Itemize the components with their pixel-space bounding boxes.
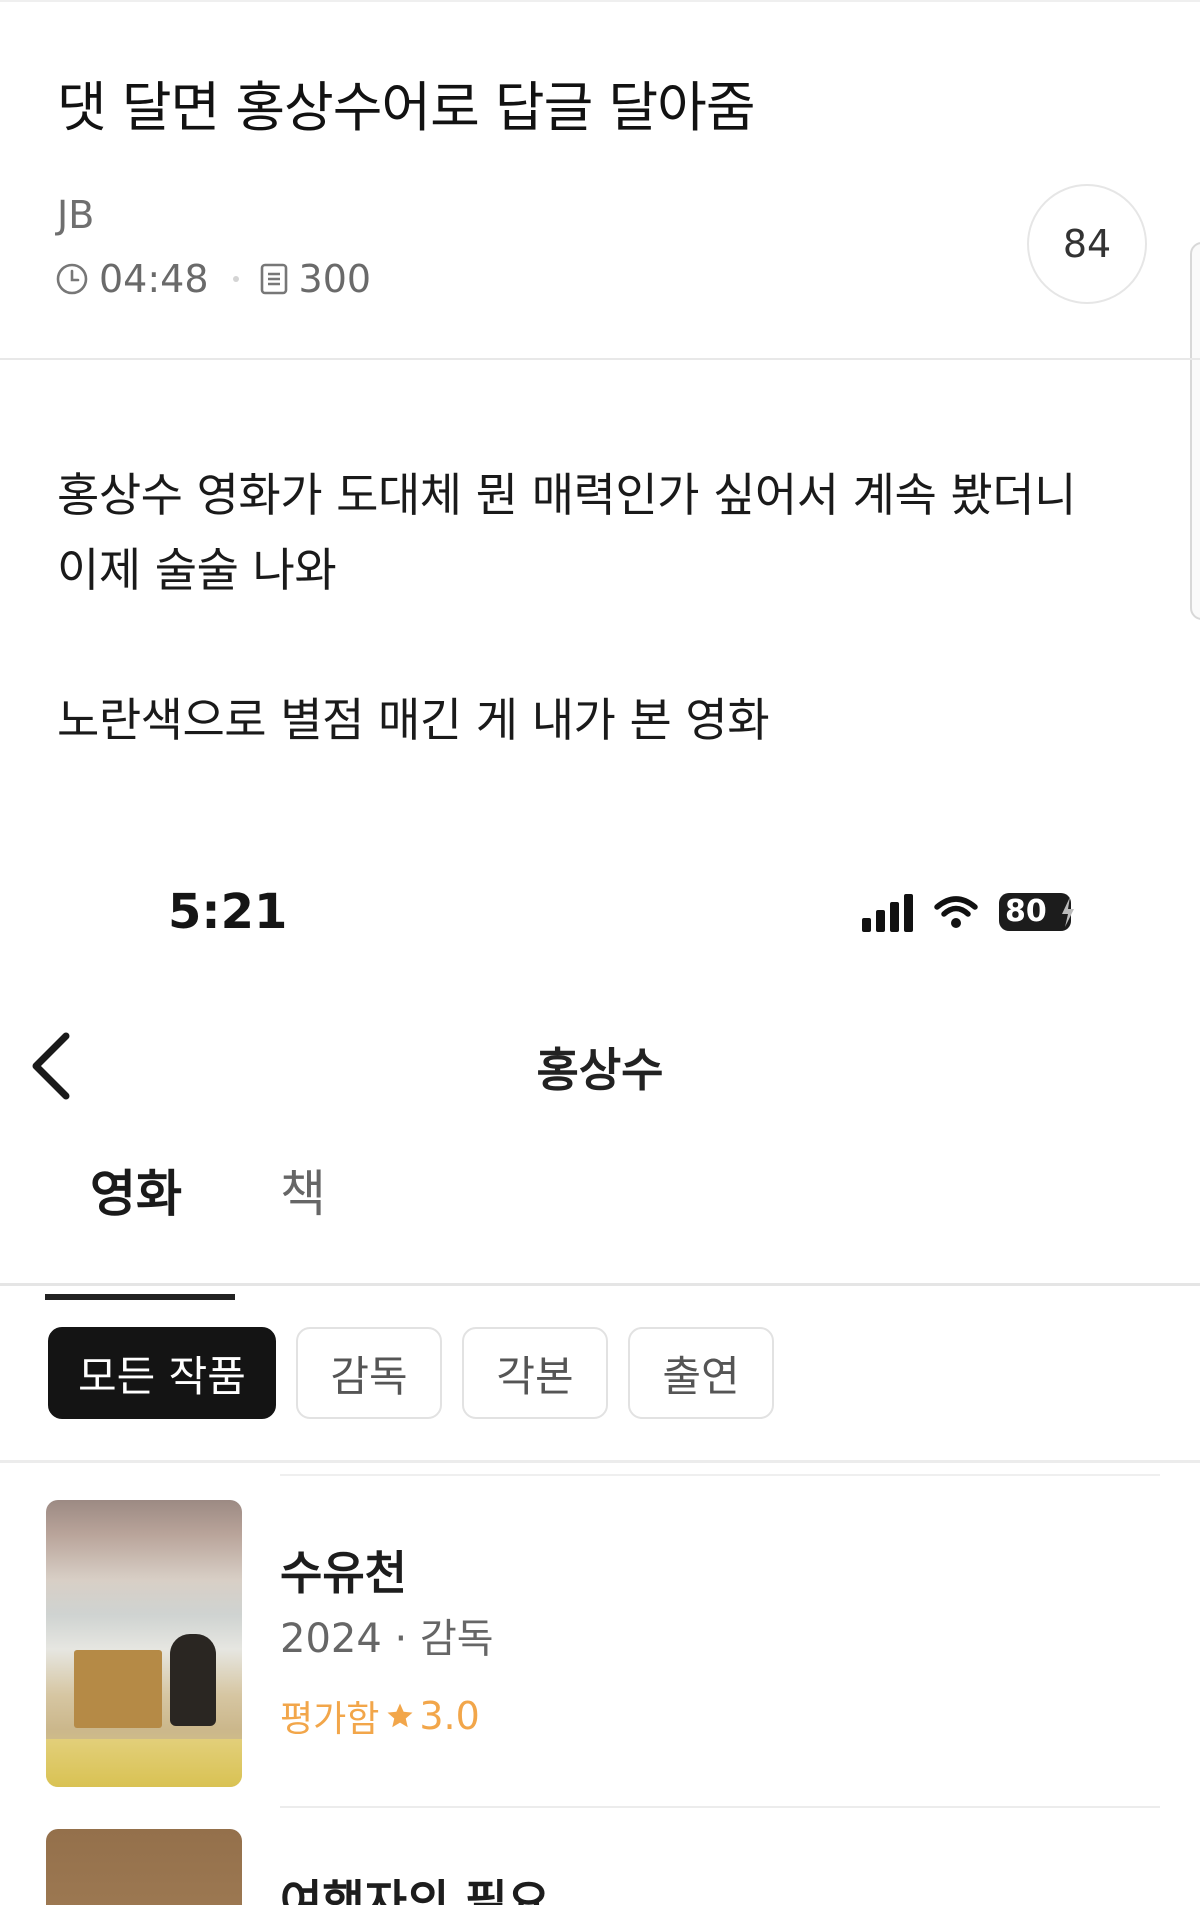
filter-cast[interactable]: 출연 xyxy=(628,1327,774,1419)
movie-rating: 평가함 3.0 xyxy=(280,1690,480,1742)
filter-director[interactable]: 감독 xyxy=(296,1327,442,1419)
filter-chips: 모든 작품 감독 각본 출연 xyxy=(48,1327,774,1419)
post-title: 댓 달면 홍상수어로 답글 달아줌 xyxy=(57,76,755,139)
filters-divider xyxy=(0,1460,1200,1463)
charging-bolt-icon xyxy=(1062,897,1074,927)
tab-books[interactable]: 책 xyxy=(280,1160,326,1228)
post-body-line: 홍상수 영화가 도대체 뭔 매력인가 싶어서 계속 봤더니 xyxy=(57,468,1076,522)
star-icon xyxy=(387,1703,413,1728)
movie-meta: 2024 · 감독 xyxy=(280,1616,494,1662)
movie-title[interactable]: 여행자의 필요 xyxy=(280,1872,550,1905)
comment-count-button[interactable]: 84 xyxy=(1027,184,1147,304)
rating-score: 3.0 xyxy=(419,1694,480,1738)
header-divider xyxy=(0,358,1200,360)
post-body-line: 노란색으로 별점 매긴 게 내가 본 영화 xyxy=(57,693,770,747)
status-icons: 80 xyxy=(862,884,1074,940)
movie-title[interactable]: 수유천 xyxy=(280,1543,407,1603)
rating-label: 평가함 xyxy=(280,1699,380,1740)
tab-movies[interactable]: 영화 xyxy=(90,1160,182,1228)
battery-icon: 80 xyxy=(999,893,1074,931)
post-body: 홍상수 영화가 도대체 뭔 매력인가 싶어서 계속 봤더니 이제 술술 나와 노… xyxy=(57,458,1157,758)
filter-screenplay[interactable]: 각본 xyxy=(462,1327,608,1419)
post-author[interactable]: JB xyxy=(57,192,94,238)
battery-level: 80 xyxy=(1005,894,1047,929)
meta-separator xyxy=(232,276,239,282)
signal-icon xyxy=(862,892,913,932)
page: 댓 달면 홍상수어로 답글 달아줌 JB 04:48 300 84 홍상수 영화… xyxy=(0,0,1200,1905)
tabs-divider xyxy=(0,1283,1200,1286)
list-divider xyxy=(280,1474,1160,1476)
wifi-icon xyxy=(934,896,978,928)
post-meta: 04:48 300 xyxy=(55,254,371,304)
nav-title: 홍상수 xyxy=(536,1043,664,1097)
post-time: 04:48 xyxy=(99,257,209,301)
status-time: 5:21 xyxy=(168,884,288,940)
filter-all-works[interactable]: 모든 작품 xyxy=(48,1327,276,1419)
list-divider xyxy=(280,1806,1160,1808)
movie-poster[interactable] xyxy=(46,1829,242,1905)
back-arrow-icon[interactable] xyxy=(26,1030,76,1102)
clock-icon xyxy=(56,263,88,295)
side-scroll-tab[interactable] xyxy=(1190,242,1200,620)
comment-count: 84 xyxy=(1062,222,1112,266)
active-tab-indicator xyxy=(45,1294,235,1300)
movie-poster[interactable] xyxy=(46,1500,242,1787)
top-divider xyxy=(0,0,1200,2)
document-icon xyxy=(260,263,287,295)
post-body-line: 이제 술술 나와 xyxy=(57,543,337,597)
post-views: 300 xyxy=(298,257,372,301)
